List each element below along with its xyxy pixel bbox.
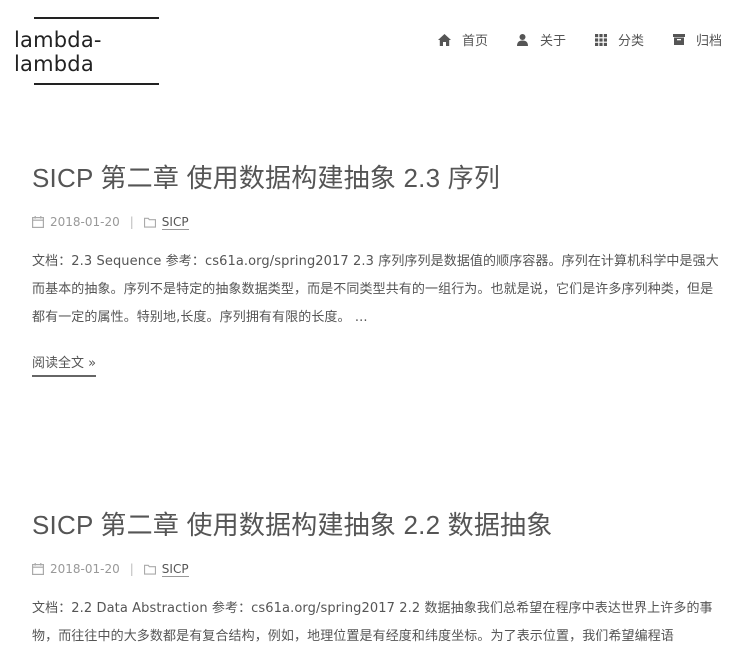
post-meta: 2018-01-20 | SICP (32, 214, 732, 230)
nav-item-label: 关于 (539, 34, 566, 49)
user-icon (516, 33, 530, 47)
meta-separator: | (129, 562, 134, 576)
nav-item-categories[interactable]: 分类 (594, 30, 644, 49)
main-nav: 首页 关于 分类 归档 (410, 30, 722, 49)
nav-item-home[interactable]: 首页 (438, 30, 488, 49)
grid-icon (594, 33, 608, 47)
post-excerpt: 文档：2.3 Sequence 参考：cs61a.org/spring2017 … (32, 254, 719, 325)
post-item: SICP 第二章 使用数据构建抽象 2.3 序列 2018-01-20 | SI… (32, 162, 732, 377)
folder-icon (143, 563, 156, 575)
calendar-icon (32, 563, 44, 575)
read-more-link[interactable]: 阅读全文 » (32, 352, 97, 377)
home-icon (438, 33, 452, 47)
post-meta: 2018-01-20 | SICP (32, 561, 732, 577)
post-date: 2018-01-20 (50, 215, 120, 229)
site-brand[interactable]: lambda-lambda (14, 17, 179, 85)
post-title[interactable]: SICP 第二章 使用数据构建抽象 2.2 数据抽象 (32, 509, 732, 541)
site-title[interactable]: lambda-lambda (14, 28, 179, 76)
archive-icon (672, 33, 686, 47)
nav-item-about[interactable]: 关于 (516, 30, 566, 49)
post-item: SICP 第二章 使用数据构建抽象 2.2 数据抽象 2018-01-20 | … (32, 509, 732, 651)
brand-top-line (34, 17, 159, 19)
post-date: 2018-01-20 (50, 562, 120, 576)
brand-bottom-line (34, 83, 159, 85)
post-category-link[interactable]: SICP (161, 562, 189, 577)
post-category-link[interactable]: SICP (161, 215, 189, 230)
post-title[interactable]: SICP 第二章 使用数据构建抽象 2.3 序列 (32, 162, 732, 194)
nav-item-label: 归档 (695, 34, 722, 49)
meta-separator: | (129, 215, 134, 229)
nav-item-label: 分类 (617, 34, 644, 49)
calendar-icon (32, 216, 44, 228)
nav-item-label: 首页 (461, 34, 488, 49)
nav-item-archives[interactable]: 归档 (672, 30, 722, 49)
folder-icon (143, 216, 156, 228)
